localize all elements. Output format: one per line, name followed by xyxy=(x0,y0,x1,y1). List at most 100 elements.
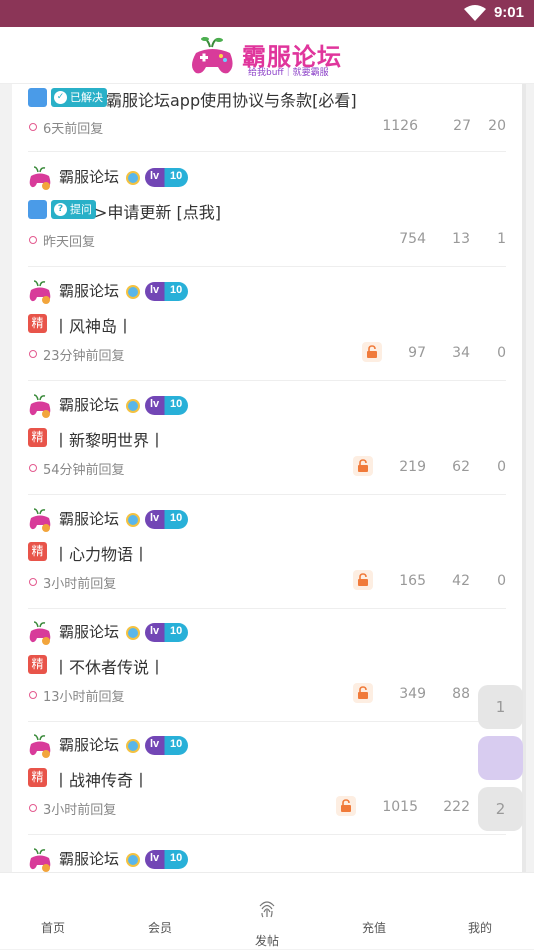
post-title: 丨不休者传说丨 xyxy=(53,658,166,677)
author-name: 霸服论坛 xyxy=(59,623,120,641)
post-item-pinned[interactable]: ✓ 已解决 霸服论坛app使用协议与条款[必看] 6天前回复 1126 27 2… xyxy=(28,84,506,152)
level-badge: lv 10 xyxy=(145,510,188,529)
reply-time: 昨天回复 xyxy=(43,235,96,250)
like-count: 20 xyxy=(488,118,506,134)
solved-tag: ✓ 已解决 xyxy=(51,88,107,107)
level-badge: lv 10 xyxy=(145,168,188,187)
avatar xyxy=(29,166,51,190)
float-button-top[interactable]: 1 xyxy=(478,685,523,729)
tab-member[interactable]: 会员 xyxy=(120,873,200,950)
post-meta: 13小时前回复 349 88 xyxy=(28,683,506,705)
post-title: 丨风神岛丨 xyxy=(53,317,134,336)
author-name: 霸服论坛 xyxy=(59,850,120,868)
reply-time: 6天前回复 xyxy=(43,122,104,137)
post-meta: 23分钟前回复 97 34 0 xyxy=(28,342,506,364)
tab-home-label: 首页 xyxy=(40,921,65,935)
question-tag: ? 提问 xyxy=(51,200,96,219)
post-author[interactable]: 霸服论坛 lv 10 xyxy=(28,732,328,758)
tab-member-label: 会员 xyxy=(147,921,172,935)
lock-icon xyxy=(336,796,356,816)
reply-time: 54分钟前回复 xyxy=(43,463,125,478)
dot-icon xyxy=(29,804,37,812)
wifi-icon xyxy=(464,5,486,21)
forum-logo[interactable]: 霸服论坛 给我buff｜就要霸服 xyxy=(190,35,350,79)
dot-icon xyxy=(29,350,37,358)
level-badge: lv 10 xyxy=(145,736,188,755)
dot-icon xyxy=(29,123,37,131)
post-meta: 3小时前回复 165 42 0 xyxy=(28,570,506,592)
tab-recharge[interactable]: 充值 xyxy=(334,873,414,950)
post-title: 丨新黎明世界丨 xyxy=(53,431,166,450)
tab-recharge-label: 充值 xyxy=(361,921,386,935)
author-name: 霸服论坛 xyxy=(59,510,120,528)
post-item[interactable]: 霸服论坛 lv 10 精 丨不休者传说丨 13小时前回复 349 88 xyxy=(28,608,506,722)
float-button-bottom[interactable]: 2 xyxy=(478,787,523,831)
post-title: >申请更新 [点我] xyxy=(94,203,221,222)
app-header: 霸服论坛 给我buff｜就要霸服 xyxy=(0,27,534,84)
status-bar: 9:01 xyxy=(0,0,534,27)
author-name: 霸服论坛 xyxy=(59,736,120,754)
reply-time: 13小时前回复 xyxy=(43,690,125,705)
like-count: 0 xyxy=(497,573,506,589)
status-time: 9:01 xyxy=(493,4,524,21)
question-tag-label: 提问 xyxy=(70,203,92,216)
float-button-middle[interactable] xyxy=(478,736,523,780)
blue-square-icon xyxy=(28,88,47,107)
post-meta: 昨天回复 754 13 1 xyxy=(28,231,506,250)
post-item[interactable]: 霸服论坛 lv 10 xyxy=(28,835,506,872)
essence-tag: 精 xyxy=(28,768,47,787)
level-badge: lv 10 xyxy=(145,396,188,415)
avatar xyxy=(29,621,51,645)
fingerprint-icon xyxy=(259,901,275,918)
post-title: 丨战神传奇丨 xyxy=(53,771,150,790)
post-item[interactable]: 霸服论坛 lv 10 精 丨风神岛丨 23分钟前回复 97 34 0 xyxy=(28,267,506,381)
bottom-tab-bar: 首页 会员 发帖 充值 我的 xyxy=(0,872,534,949)
dot-icon xyxy=(29,236,37,244)
post-author[interactable]: 霸服论坛 lv 10 xyxy=(28,164,328,190)
tab-mine[interactable]: 我的 xyxy=(440,873,520,950)
post-author[interactable]: 霸服论坛 lv 10 xyxy=(28,278,328,304)
reply-count: 88 xyxy=(452,686,470,702)
post-title-row: 精 丨新黎明世界丨 xyxy=(28,427,506,450)
medal-icon xyxy=(126,853,140,867)
avatar xyxy=(29,508,51,532)
medal-icon xyxy=(126,626,140,640)
view-count: 1015 xyxy=(382,799,418,815)
avatar xyxy=(29,848,51,872)
level-badge: lv 10 xyxy=(145,282,188,301)
tab-post[interactable]: 发帖 xyxy=(227,873,307,950)
medal-icon xyxy=(126,171,140,185)
reply-time: 3小时前回复 xyxy=(43,577,117,592)
author-name: 霸服论坛 xyxy=(59,396,120,414)
post-meta: 6天前回复 1126 27 20 xyxy=(28,118,506,137)
essence-tag: 精 xyxy=(28,314,47,333)
tab-home[interactable]: 首页 xyxy=(13,873,93,950)
medal-icon xyxy=(126,285,140,299)
medal-icon xyxy=(126,739,140,753)
blue-square-icon xyxy=(28,200,47,219)
post-item[interactable]: 霸服论坛 lv 10 精 丨新黎明世界丨 54分钟前回复 219 62 0 xyxy=(28,381,506,495)
reply-time: 3小时前回复 xyxy=(43,803,117,818)
post-author[interactable]: 霸服论坛 lv 10 xyxy=(28,506,328,532)
question-circle-icon: ? xyxy=(54,203,67,216)
post-meta: 54分钟前回复 219 62 0 xyxy=(28,456,506,478)
dot-icon xyxy=(29,578,37,586)
level-badge: lv 10 xyxy=(145,623,188,642)
post-author[interactable]: 霸服论坛 lv 10 xyxy=(28,619,328,645)
post-feed[interactable]: ✓ 已解决 霸服论坛app使用协议与条款[必看] 6天前回复 1126 27 2… xyxy=(12,84,522,872)
post-item[interactable]: 霸服论坛 lv 10 精 丨战神传奇丨 3小时前回复 1015 222 xyxy=(28,721,506,835)
gamepad-logo-icon xyxy=(192,37,233,74)
dot-icon xyxy=(29,464,37,472)
author-name: 霸服论坛 xyxy=(59,282,120,300)
check-circle-icon: ✓ xyxy=(54,91,67,104)
post-item[interactable]: 霸服论坛 lv 10 精 丨心力物语丨 3小时前回复 165 42 0 xyxy=(28,495,506,609)
post-item[interactable]: 霸服论坛 lv 10 ? 提问 >申请更新 [点我] 昨天回复 754 13 1 xyxy=(28,153,506,267)
post-author[interactable]: 霸服论坛 lv 10 xyxy=(28,392,328,418)
avatar xyxy=(29,734,51,758)
post-title-row: 精 丨不休者传说丨 xyxy=(28,654,506,677)
post-title: 丨心力物语丨 xyxy=(53,545,150,564)
post-author[interactable]: 霸服论坛 lv 10 xyxy=(28,846,328,872)
post-title-row: 精 丨风神岛丨 xyxy=(28,313,506,336)
medal-icon xyxy=(126,513,140,527)
avatar xyxy=(29,394,51,418)
